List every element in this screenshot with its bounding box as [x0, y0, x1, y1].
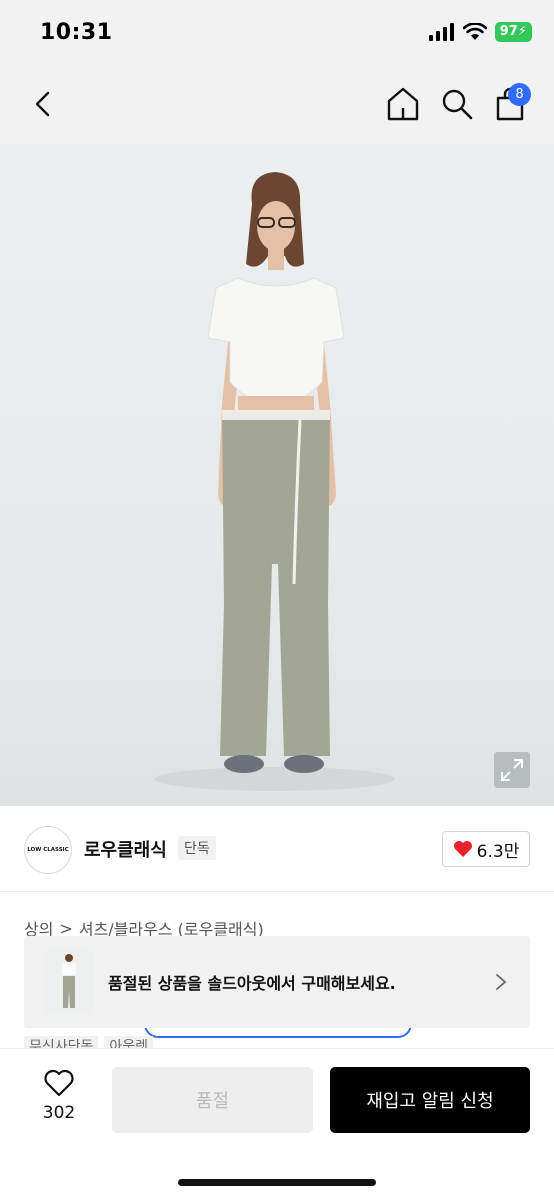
breadcrumb-separator: >: [59, 918, 73, 938]
wishlist-count: 302: [42, 1103, 76, 1123]
status-bar: 10:31 97⚡: [0, 0, 554, 66]
banner-thumbnail: [44, 950, 94, 1014]
chevron-right-icon: [496, 974, 507, 990]
soldout-banner[interactable]: 품절된 상품을 솔드아웃에서 구매해보세요.: [24, 936, 530, 1028]
home-indicator: [178, 1179, 376, 1186]
expand-button[interactable]: [494, 752, 530, 788]
brand-like-button[interactable]: 6.3만: [442, 831, 530, 867]
nav-bar: 8: [0, 66, 554, 144]
brand-logo-text: LOW CLASSIC: [27, 847, 69, 853]
search-icon: [442, 89, 473, 120]
search-button[interactable]: [440, 86, 474, 122]
status-icons: 97⚡: [428, 22, 532, 42]
exclusive-tag: 단독: [178, 836, 216, 860]
bottom-bar: 302 품절 재입고 알림 신청: [0, 1048, 554, 1200]
brand-like-count: 6.3만: [476, 841, 520, 862]
brand-row: LOW CLASSIC 로우클래식 단독 6.3만: [0, 806, 554, 892]
battery-level: 97: [499, 24, 518, 39]
home-button[interactable]: [386, 86, 420, 122]
back-icon: [35, 91, 50, 117]
wishlist-button[interactable]: 302: [28, 1069, 90, 1133]
wifi-icon: [462, 23, 487, 40]
heart-filled-icon: [453, 841, 472, 857]
signal-icon: [428, 23, 454, 41]
soldout-banner-text: 품절된 상품을 솔드아웃에서 구매해보세요.: [108, 974, 396, 993]
battery-icon: 97⚡: [494, 22, 532, 42]
cart-badge: 8: [508, 83, 531, 106]
product-image[interactable]: [0, 144, 554, 806]
brand-logo[interactable]: LOW CLASSIC: [24, 826, 72, 874]
status-time: 10:31: [40, 20, 113, 45]
home-icon: [387, 87, 419, 121]
brand-name[interactable]: 로우클래식: [84, 836, 167, 862]
expand-icon: [501, 759, 523, 781]
soldout-button[interactable]: 품절: [112, 1067, 313, 1133]
back-button[interactable]: [28, 88, 60, 120]
heart-outline-icon: [44, 1069, 74, 1097]
model-photo: [155, 172, 395, 791]
restock-alert-button[interactable]: 재입고 알림 신청: [330, 1067, 530, 1133]
